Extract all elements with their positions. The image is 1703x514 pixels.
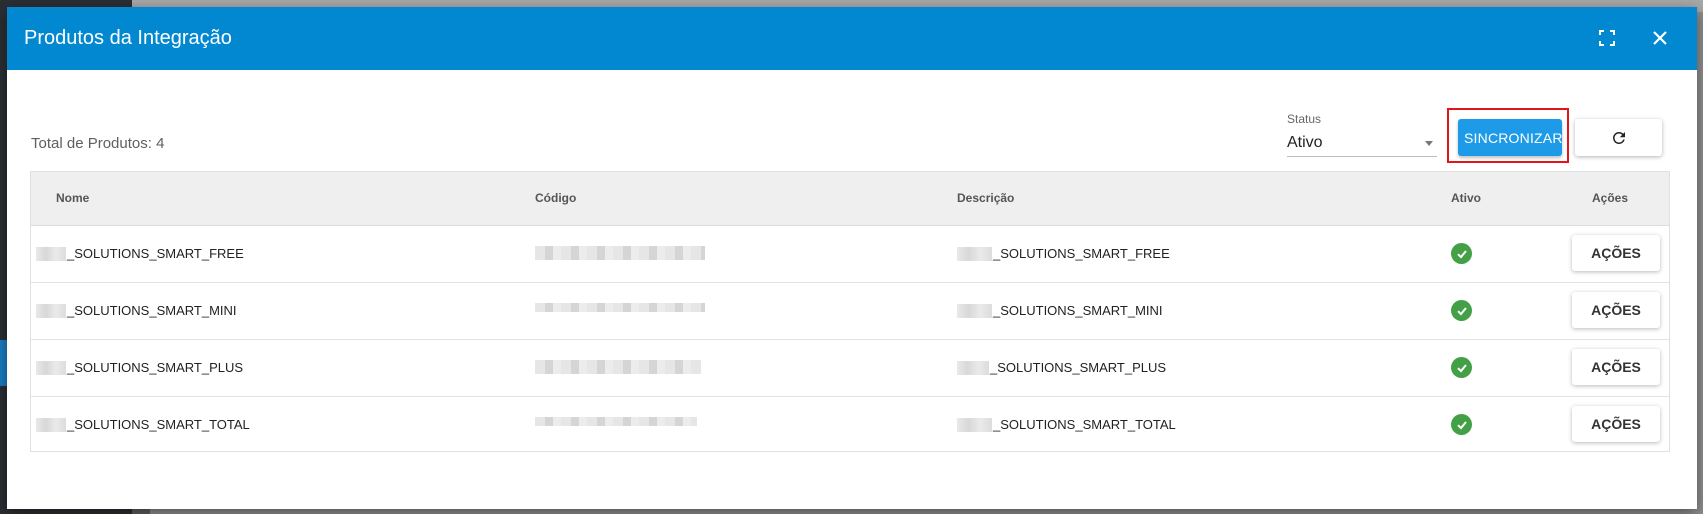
product-code: [535, 303, 705, 312]
product-description-text: _SOLUTIONS_SMART_TOTAL: [993, 417, 1176, 432]
refresh-icon: [1612, 131, 1625, 144]
chevron-down-icon: [1425, 140, 1433, 146]
redacted-code: [535, 417, 697, 426]
column-header-name[interactable]: Nome: [56, 191, 89, 205]
table-row: _SOLUTIONS_SMART_PLUS _SOLUTIONS_SMART_P…: [31, 340, 1669, 397]
column-header-actions: Ações: [1592, 191, 1629, 205]
product-code: [535, 417, 697, 426]
modal-title: Produtos da Integração: [24, 27, 232, 49]
product-name: _SOLUTIONS_SMART_MINI: [36, 303, 237, 318]
total-products-label: Total de Produtos: 4: [31, 135, 165, 152]
fullscreen-icon: [1599, 30, 1615, 46]
check-circle-icon: [1451, 243, 1472, 264]
product-name-text: _SOLUTIONS_SMART_TOTAL: [67, 417, 250, 432]
products-modal: Produtos da Integração Total de Produtos…: [7, 7, 1697, 509]
redacted-code: [535, 360, 701, 374]
product-name-text: _SOLUTIONS_SMART_FREE: [67, 246, 244, 261]
column-header-code[interactable]: Código: [535, 191, 576, 205]
status-filter: Status Ativo: [1287, 112, 1437, 157]
redacted-text: [36, 360, 66, 375]
table-row: _SOLUTIONS_SMART_FREE _SOLUTIONS_SMART_F…: [31, 226, 1669, 283]
actions-button[interactable]: AÇÕES: [1572, 349, 1660, 385]
close-button[interactable]: [1646, 24, 1674, 52]
product-description: _SOLUTIONS_SMART_MINI: [957, 303, 1163, 318]
product-name-text: _SOLUTIONS_SMART_PLUS: [67, 360, 244, 375]
redacted-code: [535, 303, 705, 312]
product-description: _SOLUTIONS_SMART_TOTAL: [957, 417, 1176, 432]
product-code: [535, 246, 705, 260]
product-name: _SOLUTIONS_SMART_TOTAL: [36, 417, 250, 432]
check-circle-icon: [1451, 414, 1472, 435]
fullscreen-button[interactable]: [1593, 24, 1621, 52]
table-header: Nome Código Descrição Ativo Ações: [31, 172, 1669, 226]
table-row: _SOLUTIONS_SMART_TOTAL _SOLUTIONS_SMART_…: [31, 397, 1669, 453]
refresh-button[interactable]: [1575, 119, 1662, 156]
product-code: [535, 360, 701, 374]
check-circle-icon: [1451, 300, 1472, 321]
redacted-text: [957, 303, 992, 318]
product-name-text: _SOLUTIONS_SMART_MINI: [67, 303, 237, 318]
products-table: Nome Código Descrição Ativo Ações _SOLUT…: [30, 171, 1670, 452]
product-name: _SOLUTIONS_SMART_PLUS: [36, 360, 243, 375]
close-icon: [1653, 31, 1667, 45]
table-row: _SOLUTIONS_SMART_MINI _SOLUTIONS_SMART_M…: [31, 283, 1669, 340]
column-header-description[interactable]: Descrição: [957, 191, 1014, 205]
product-description: _SOLUTIONS_SMART_PLUS: [957, 360, 1166, 375]
product-description: _SOLUTIONS_SMART_FREE: [957, 246, 1170, 261]
product-description-text: _SOLUTIONS_SMART_FREE: [993, 246, 1170, 261]
product-description-text: _SOLUTIONS_SMART_PLUS: [990, 360, 1167, 375]
redacted-text: [957, 417, 992, 432]
actions-button[interactable]: AÇÕES: [1572, 292, 1660, 328]
product-name: _SOLUTIONS_SMART_FREE: [36, 246, 244, 261]
check-circle-icon: [1451, 357, 1472, 378]
redacted-text: [36, 417, 66, 432]
product-description-text: _SOLUTIONS_SMART_MINI: [993, 303, 1163, 318]
redacted-text: [36, 303, 66, 318]
redacted-text: [957, 246, 992, 261]
column-header-active: Ativo: [1451, 191, 1481, 205]
status-select-value: Ativo: [1287, 134, 1323, 151]
redacted-code: [535, 246, 705, 260]
actions-button[interactable]: AÇÕES: [1572, 406, 1660, 442]
redacted-text: [957, 360, 989, 375]
status-select[interactable]: Ativo: [1287, 130, 1437, 157]
modal-header: Produtos da Integração: [7, 7, 1697, 70]
status-caption: Status: [1287, 112, 1322, 126]
actions-button[interactable]: AÇÕES: [1572, 235, 1660, 271]
redacted-text: [36, 246, 66, 261]
sync-button[interactable]: SINCRONIZAR: [1458, 119, 1562, 156]
